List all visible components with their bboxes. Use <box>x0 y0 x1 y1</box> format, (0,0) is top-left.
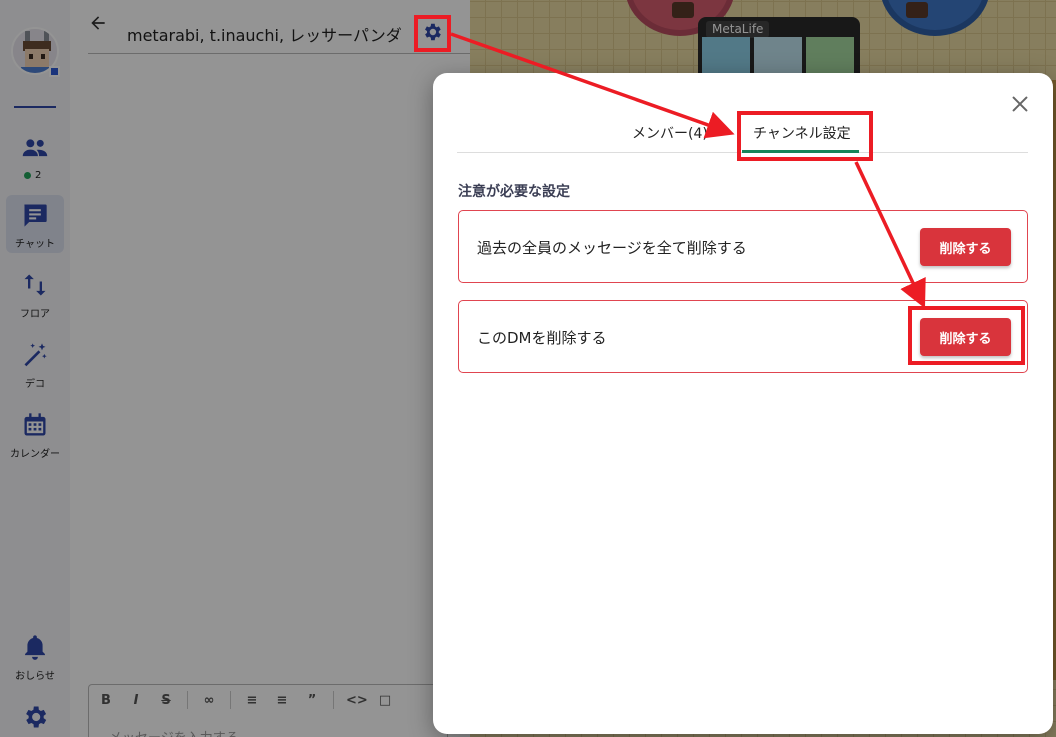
delete-all-messages-label: 過去の全員のメッセージを全て削除する <box>477 239 747 257</box>
tab-highlight-box <box>737 111 873 161</box>
delete-all-messages-card: 過去の全員のメッセージを全て削除する 削除する <box>458 210 1028 283</box>
channel-settings-dialog: メンバー(4) チャンネル設定 注意が必要な設定 過去の全員のメッセージを全て削… <box>433 73 1053 734</box>
danger-section-title: 注意が必要な設定 <box>458 184 570 200</box>
delete-dm-label: このDMを削除する <box>477 329 607 347</box>
gear-highlight-box <box>414 15 451 52</box>
delete-all-messages-button[interactable]: 削除する <box>920 228 1011 266</box>
close-icon[interactable] <box>1009 93 1031 115</box>
tab-members[interactable]: メンバー(4) <box>632 123 708 143</box>
delete-button-highlight-box <box>908 306 1025 365</box>
